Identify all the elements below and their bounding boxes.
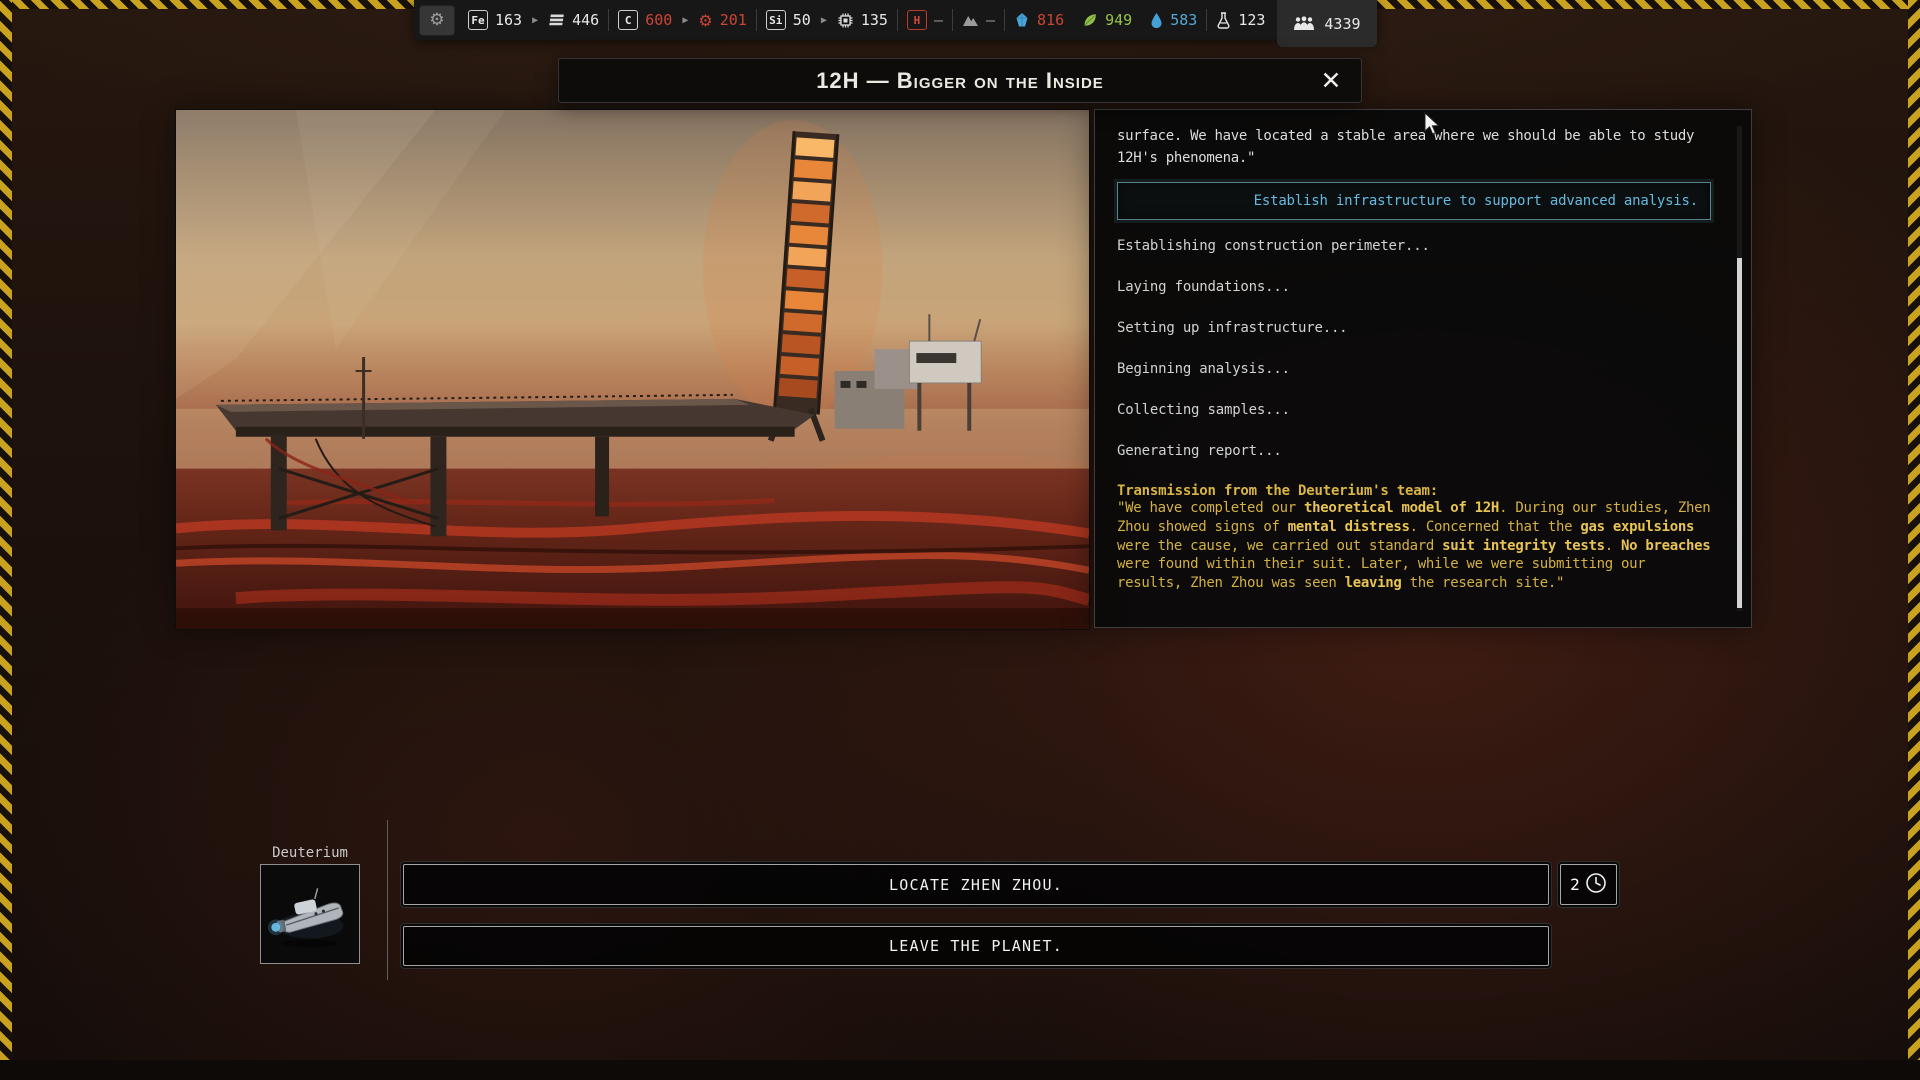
resource-electronics: 135 (828, 0, 897, 40)
clock-icon (1585, 872, 1607, 898)
chain-arrow-icon: ▶ (681, 15, 689, 26)
resource-parts: ⚙ 201 (689, 0, 755, 40)
chain-arrow-icon: ▶ (531, 15, 539, 26)
resource-value: 135 (861, 11, 888, 29)
chip-icon (837, 12, 854, 29)
action-locate-button[interactable]: LOCATE ZHEN ZHOU. (403, 864, 1549, 905)
resource-iron: Fe 163 (459, 0, 531, 40)
gear-icon: ⚙ (698, 11, 712, 30)
hazard-stripe-right (1908, 0, 1920, 1080)
action-leave-button[interactable]: LEAVE THE PLANET. (403, 926, 1549, 966)
resource-biomass: 949 (1073, 0, 1141, 40)
resource-value: 816 (1037, 11, 1064, 29)
resource-steel: 446 (539, 0, 608, 40)
unit-portrait (260, 864, 360, 964)
crystal-icon (1014, 12, 1030, 28)
progress-line: Laying foundations... (1117, 278, 1711, 296)
event-titlebar: 12H — Bigger on the Inside ✕ (558, 58, 1362, 103)
resource-value: 4339 (1324, 15, 1360, 33)
resource-value: 123 (1238, 11, 1265, 29)
silicon-symbol-icon: Si (766, 10, 786, 30)
menu-button[interactable]: ⚙ (419, 5, 455, 36)
bottom-bar (0, 1060, 1920, 1080)
scrollbar[interactable] (1737, 126, 1742, 611)
resource-water: 583 (1141, 0, 1206, 40)
event-artwork (175, 109, 1090, 630)
event-intro-text: surface. We have located a stable area w… (1117, 126, 1711, 169)
droplet-icon (1150, 12, 1163, 29)
resource-minerals: – (953, 0, 1004, 40)
action-time-indicator: 2 (1560, 864, 1617, 905)
scrollbar-thumb[interactable] (1737, 258, 1742, 608)
time-value: 2 (1570, 875, 1580, 894)
resource-crystals: 816 (1005, 0, 1073, 40)
people-icon (1293, 16, 1315, 31)
flask-icon (1216, 12, 1231, 29)
progress-line: Setting up infrastructure... (1117, 319, 1711, 337)
close-button[interactable]: ✕ (1315, 65, 1347, 97)
population-tab[interactable]: 4339 (1277, 0, 1376, 47)
resource-value: – (986, 11, 995, 29)
resource-value: 446 (572, 11, 599, 29)
close-icon: ✕ (1321, 66, 1342, 95)
transmission-body: "We have completed our theoretical model… (1117, 499, 1711, 592)
resource-value: 949 (1105, 11, 1132, 29)
resource-value: 163 (495, 11, 522, 29)
progress-line: Collecting samples... (1117, 401, 1711, 419)
mountain-icon (962, 13, 979, 27)
hydrogen-symbol-icon: H (907, 10, 927, 30)
progress-line: Generating report... (1117, 442, 1711, 460)
event-text-panel: surface. We have located a stable area w… (1094, 109, 1752, 628)
progress-line: Establishing construction perimeter... (1117, 237, 1711, 255)
resource-hydrogen: H – (898, 0, 952, 40)
carbon-symbol-icon: C (618, 10, 638, 30)
event-title: 12H — Bigger on the Inside (816, 68, 1104, 94)
resource-carbon: C 600 (609, 0, 681, 40)
hazard-stripe-left (0, 0, 12, 1080)
resource-value: 600 (645, 11, 672, 29)
progress-line: Beginning analysis... (1117, 360, 1711, 378)
resource-value: – (934, 11, 943, 29)
resource-bar: ⚙ Fe 163 ▶ 446 C 600 ▶ ⚙ 201 Si 50 ▶ 135… (414, 0, 1377, 40)
resource-value: 50 (793, 11, 811, 29)
iron-symbol-icon: Fe (468, 10, 488, 30)
leaf-icon (1082, 12, 1098, 28)
layers-icon (548, 13, 565, 27)
resource-value: 201 (720, 11, 747, 29)
resource-silicon: Si 50 (757, 0, 820, 40)
resource-value: 583 (1170, 11, 1197, 29)
resource-science: 123 (1207, 0, 1274, 40)
gear-icon: ⚙ (429, 10, 444, 30)
chosen-option-button[interactable]: Establish infrastructure to support adva… (1117, 182, 1711, 220)
chain-arrow-icon: ▶ (820, 15, 828, 26)
transmission-header: Transmission from the Deuterium's team: (1117, 483, 1711, 499)
action-divider-line (387, 820, 388, 980)
unit-label: Deuterium (254, 845, 366, 861)
